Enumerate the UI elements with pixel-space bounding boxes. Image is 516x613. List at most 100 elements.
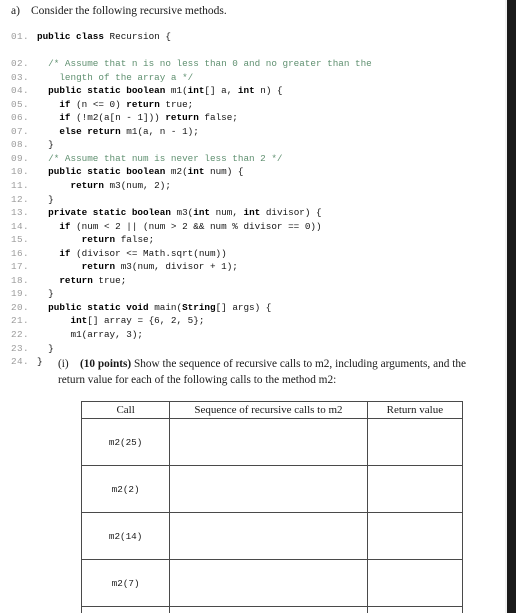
code-text: } (48, 139, 54, 151)
code-line-number: 07. (11, 125, 29, 137)
code-text: [] a, (204, 85, 238, 97)
code-text: (n <= 0) (76, 98, 127, 110)
code-line: 08. } (11, 138, 491, 152)
header-sequence: Sequence of recursive calls to m2 (169, 401, 368, 419)
cell-return-value-answer[interactable] (366, 559, 464, 607)
code-line-number: 06. (11, 112, 29, 124)
code-text: m2( (170, 166, 188, 178)
code-line: 19. } (11, 287, 491, 301)
code-text: [] args) { (215, 301, 272, 313)
code-line-number: 02. (11, 58, 29, 70)
code-text: m3(num, 2); (109, 180, 171, 192)
code-line: 09. /* Assume that num is never less tha… (11, 152, 491, 166)
code-text: (num < 2 || (num > 2 && num % divisor ==… (76, 220, 322, 232)
cell-call: m2(14) (80, 512, 171, 560)
code-line-number: 15. (11, 234, 29, 246)
code-line: 07. else return m1(a, n - 1); (11, 125, 491, 139)
code-line-number: 18. (11, 274, 29, 286)
code-keyword: public class (37, 31, 110, 42)
cell-return-value-answer[interactable] (366, 465, 464, 513)
cell-sequence-answer[interactable] (169, 512, 368, 560)
code-keyword: if (59, 220, 77, 232)
code-line-number: 19. (11, 288, 29, 300)
code-text: m1(array, 3); (70, 329, 144, 341)
code-line-number: 10. (11, 166, 29, 178)
code-text: true; (165, 98, 194, 110)
question-text: Consider the following recursive methods… (31, 5, 227, 17)
cell-call: m2(2) (80, 465, 171, 513)
cell-sequence-answer[interactable] (169, 418, 368, 466)
cell-sequence-answer[interactable] (169, 606, 368, 613)
code-keyword: if (59, 112, 77, 124)
code-text: false; (120, 234, 155, 246)
code-comment: /* Assume that num is never less than 2 … (48, 152, 283, 164)
code-line: 16. if (divisor <= Math.sqrt(num)) (11, 247, 491, 261)
code-line: 10. public static boolean m2(int num) { (11, 165, 491, 179)
code-line-number: 23. (11, 342, 29, 354)
header-return-value: Return value (366, 401, 464, 419)
code-keyword: if (59, 98, 77, 110)
table-row: m2(2) (80, 465, 464, 513)
cell-return-value-answer[interactable] (366, 512, 464, 560)
subquestion-body: (10 points) Show the sequence of recursi… (58, 358, 466, 386)
answer-table: Call Sequence of recursive calls to m2 R… (80, 401, 464, 613)
cell-call: m2(7) (80, 559, 171, 607)
code-line: 13. private static boolean m3(int num, i… (11, 206, 491, 220)
code-line-number: 04. (11, 85, 29, 97)
code-keyword: int (193, 207, 210, 219)
code-line: 21. int[] array = {6, 2, 5}; (11, 314, 491, 328)
code-text: [] array = {6, 2, 5}; (87, 315, 205, 327)
question-marker: a) (11, 5, 20, 17)
table-header-row: Call Sequence of recursive calls to m2 R… (80, 401, 464, 419)
code-text: } (48, 342, 54, 354)
code-line-number: 13. (11, 207, 29, 219)
subquestion-i: (i) (10 points) Show the sequence of rec… (58, 357, 488, 388)
code-keyword: return (126, 98, 166, 110)
code-line: 22. m1(array, 3); (11, 328, 491, 342)
code-text: } (48, 288, 54, 300)
exam-page: a) Consider the following recursive metho… (0, 0, 516, 613)
code-text: m1(a, n - 1); (126, 125, 199, 137)
code-keyword: String (182, 301, 216, 313)
code-keyword: return (59, 274, 99, 286)
code-line: 12. } (11, 193, 491, 207)
code-text: } (48, 193, 54, 205)
code-keyword: int (187, 166, 205, 178)
code-line: 15. return false; (11, 233, 491, 247)
table-row: m2(13) (80, 606, 464, 613)
subquestion-marker: (i) (58, 358, 69, 370)
code-text: n) { (254, 85, 283, 97)
code-text: (!m2(a[n - 1])) (76, 112, 166, 124)
code-keyword: int (237, 85, 255, 97)
code-keyword: public static void (48, 301, 155, 313)
code-keyword: public static boolean (48, 166, 171, 178)
cell-sequence-answer[interactable] (169, 465, 368, 513)
code-line-number: 14. (11, 220, 29, 232)
code-line-number: 09. (11, 152, 29, 164)
table-head: Call Sequence of recursive calls to m2 R… (80, 401, 464, 419)
code-text: (divisor <= Math.sqrt(num)) (76, 247, 227, 259)
cell-return-value-answer[interactable] (366, 606, 464, 613)
cell-sequence-answer[interactable] (169, 559, 368, 607)
code-line: 18. return true; (11, 274, 491, 288)
code-line-number: 01. (11, 31, 29, 42)
table-body: m2(25)m2(2)m2(14)m2(7)m2(13) (80, 418, 464, 613)
code-line-number: 08. (11, 139, 29, 151)
code-keyword: return (70, 180, 110, 192)
code-line: 11. return m3(num, 2); (11, 179, 491, 193)
code-line-number: 12. (11, 193, 29, 205)
code-keyword: private static boolean (48, 207, 177, 219)
cell-return-value-answer[interactable] (366, 418, 464, 466)
code-text: true; (98, 274, 127, 286)
